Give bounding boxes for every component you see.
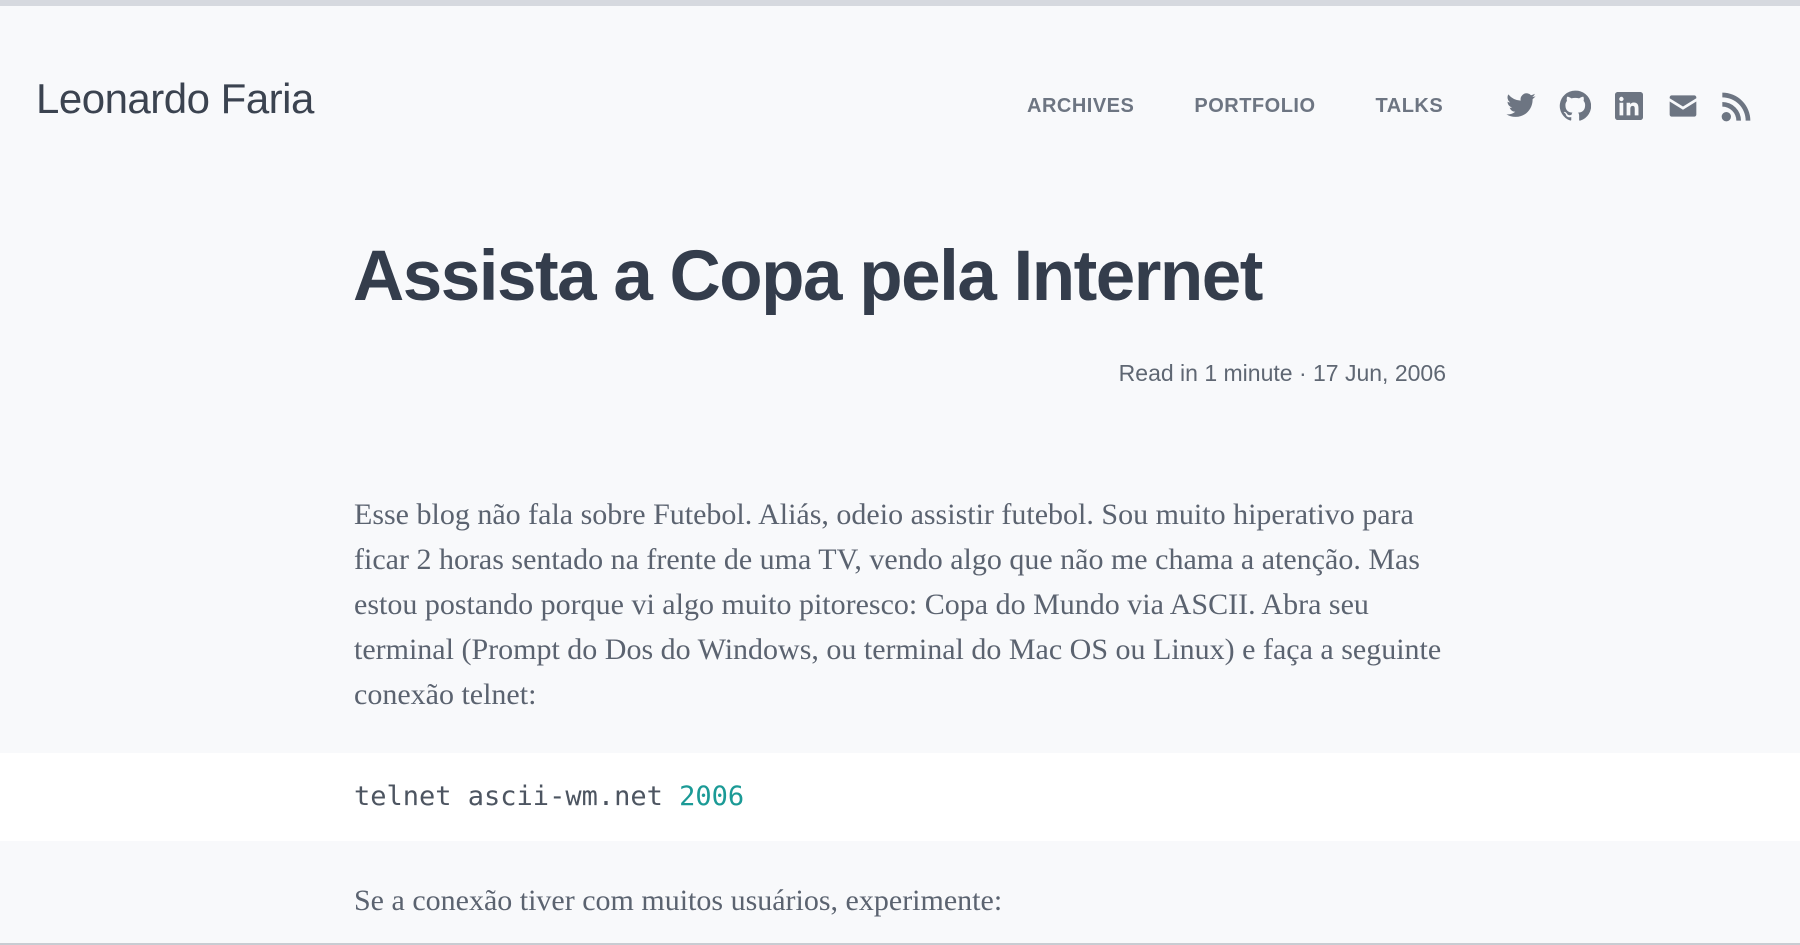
social-links — [1505, 90, 1753, 122]
nav-talks[interactable]: TALKS — [1376, 94, 1444, 118]
post-body: Esse blog não fala sobre Futebol. Aliás,… — [354, 492, 1454, 717]
post-paragraph-2: Se a conexão tiver com muitos usuários, … — [354, 884, 1003, 917]
code-block — [0, 753, 1800, 841]
code-command: telnet ascii-wm.net — [354, 781, 680, 812]
site-title-link[interactable]: Leonardo Faria — [36, 78, 314, 120]
rss-icon[interactable] — [1721, 90, 1753, 122]
email-icon[interactable] — [1667, 90, 1699, 122]
github-icon[interactable] — [1559, 90, 1591, 122]
code-line: telnet ascii-wm.net 2006 — [354, 781, 744, 812]
nav-archives[interactable]: ARCHIVES — [1027, 94, 1134, 118]
nav-portfolio[interactable]: PORTFOLIO — [1194, 94, 1315, 118]
post-title: Assista a Copa pela Internet — [353, 237, 1263, 316]
post-meta: Read in 1 minute · 17 Jun, 2006 — [1118, 360, 1446, 386]
twitter-icon[interactable] — [1505, 90, 1537, 122]
main-nav: ARCHIVES PORTFOLIO TALKS — [1027, 94, 1443, 118]
code-port-number: 2006 — [679, 781, 745, 812]
top-border — [0, 0, 1800, 6]
post-paragraph: Esse blog não fala sobre Futebol. Aliás,… — [354, 498, 1442, 711]
linkedin-icon[interactable] — [1613, 90, 1645, 122]
